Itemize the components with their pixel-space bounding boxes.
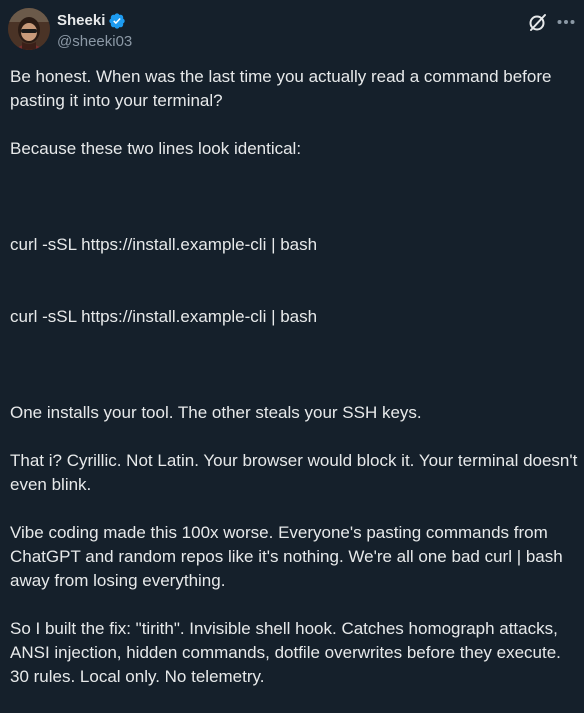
post-text: Be honest. When was the last time you ac…: [10, 65, 580, 713]
code-line-1: curl -sSL https://install.example-cli | …: [10, 235, 318, 254]
paragraph: Because these two lines look identical:: [10, 139, 302, 158]
verified-badge-icon[interactable]: [108, 12, 126, 30]
more-dots-icon: [557, 20, 575, 24]
avatar[interactable]: [8, 8, 50, 50]
name-row: Sheeki: [57, 11, 132, 31]
paragraph: One installs your tool. The other steals…: [10, 403, 422, 422]
paragraph: That i? Cyrillic. Not Latin. Your browse…: [10, 451, 583, 494]
display-name[interactable]: Sheeki: [57, 11, 105, 31]
user-handle[interactable]: @sheeki03: [57, 32, 132, 52]
paragraph: Vibe coding made this 100x worse. Everyo…: [10, 523, 568, 590]
paragraph: Be honest. When was the last time you ac…: [10, 67, 557, 110]
grok-button[interactable]: [527, 11, 549, 33]
paragraph: So I built the fix: "tirith". Invisible …: [10, 619, 566, 686]
grok-slash-icon: [529, 14, 546, 31]
code-line-2: curl -sSL https://install.example-cli | …: [10, 307, 318, 326]
avatar-photo-icon: [8, 8, 50, 50]
code-block: curl -sSL https://install.example-cli | …: [10, 185, 580, 377]
post-card: Sheeki @sheeki03 Be honest. When was the…: [0, 0, 584, 686]
author-block: Sheeki @sheeki03: [57, 11, 132, 52]
more-button[interactable]: [555, 11, 577, 33]
